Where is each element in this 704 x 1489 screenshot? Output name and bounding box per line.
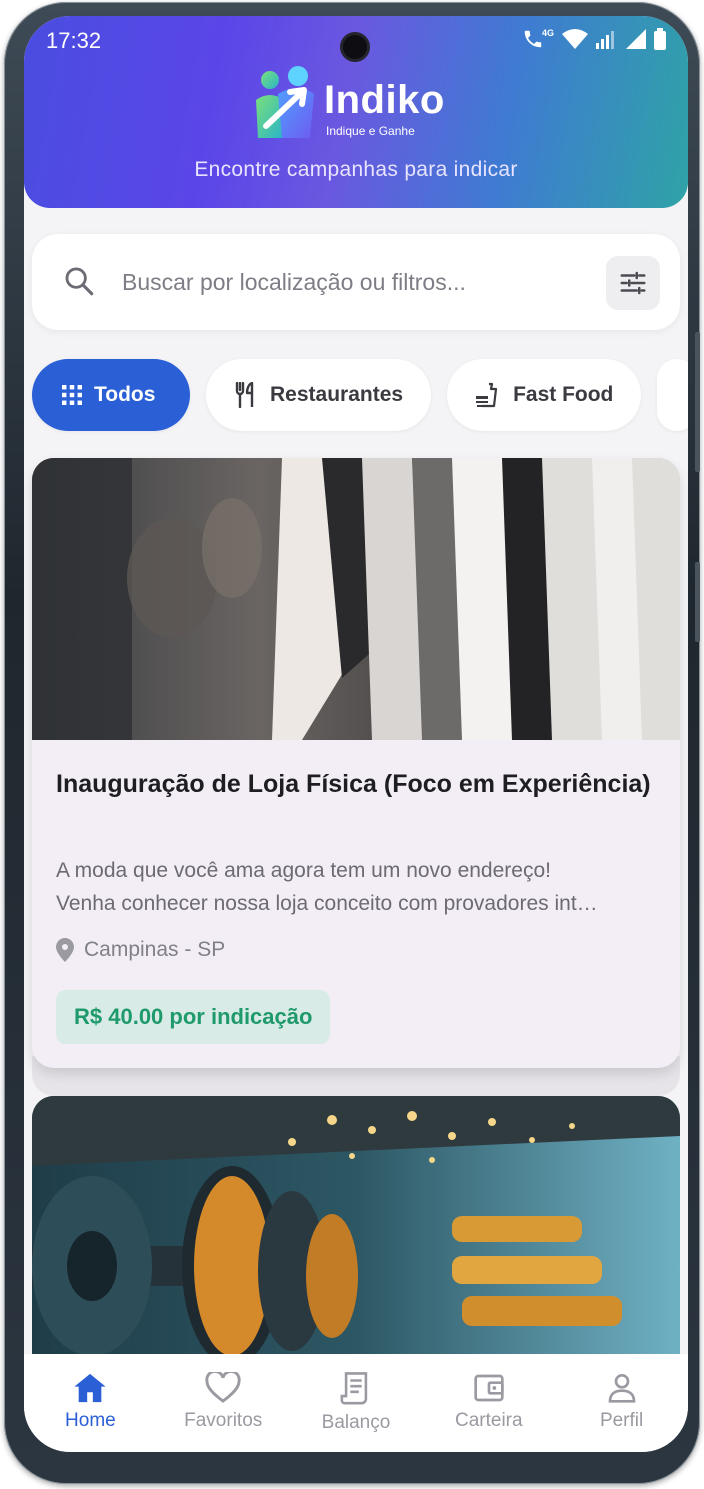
status-icons: 4G bbox=[522, 28, 666, 50]
phone-frame: 17:32 4G Indiko Indique e Ganhe Encontre… bbox=[4, 2, 700, 1484]
nav-perfil[interactable]: Perfil bbox=[555, 1354, 688, 1452]
app-logo: Indiko Indique e Ganhe bbox=[252, 64, 462, 144]
search-input[interactable] bbox=[122, 264, 592, 300]
nav-label: Carteira bbox=[455, 1410, 523, 1431]
chip-todos[interactable]: Todos bbox=[32, 359, 190, 431]
nav-carteira[interactable]: Carteira bbox=[422, 1354, 555, 1452]
chip-more[interactable] bbox=[657, 359, 688, 431]
person-icon bbox=[608, 1374, 635, 1403]
description-line: Venha conhecer nossa loja conceito com p… bbox=[56, 892, 598, 915]
grid-icon bbox=[62, 385, 82, 405]
utensils-icon bbox=[235, 382, 254, 408]
battery-icon bbox=[654, 28, 666, 50]
app-header: 17:32 4G Indiko Indique e Ganhe Encontre… bbox=[24, 16, 688, 208]
filter-button[interactable] bbox=[606, 256, 660, 310]
campaign-location: Campinas - SP bbox=[56, 938, 225, 962]
power-button bbox=[695, 562, 700, 642]
nav-label: Favoritos bbox=[184, 1410, 263, 1431]
search-bar bbox=[32, 234, 680, 330]
nav-label: Home bbox=[65, 1410, 116, 1431]
app-screen: 17:32 4G Indiko Indique e Ganhe Encontre… bbox=[24, 16, 688, 1452]
nav-balanco[interactable]: Balanço bbox=[290, 1354, 423, 1452]
search-icon[interactable] bbox=[62, 264, 96, 298]
nav-favoritos[interactable]: Favoritos bbox=[157, 1354, 290, 1452]
campaign-card[interactable]: Inauguração de Loja Física (Foco em Expe… bbox=[32, 458, 680, 1068]
volume-button bbox=[695, 332, 700, 472]
fastfood-icon bbox=[476, 382, 498, 408]
chip-label: Restaurantes bbox=[270, 383, 404, 406]
chip-restaurantes[interactable]: Restaurantes bbox=[206, 359, 432, 431]
logo-tagline: Indique e Ganhe bbox=[326, 124, 415, 138]
chip-label: Todos bbox=[94, 383, 156, 406]
signal-icon-2 bbox=[626, 29, 646, 49]
nav-home[interactable]: Home bbox=[24, 1354, 157, 1452]
bottom-navigation: Home Favoritos Balanço Carteira Perfil bbox=[24, 1354, 688, 1452]
call-4g-icon: 4G bbox=[522, 28, 554, 50]
location-pin-icon bbox=[56, 938, 74, 962]
category-chips: Todos Restaurantes Fast Food bbox=[32, 359, 688, 431]
logo-name: Indiko bbox=[324, 78, 445, 122]
signal-icon bbox=[596, 31, 614, 49]
receipt-icon bbox=[340, 1372, 368, 1405]
header-subtitle: Encontre campanhas para indicar bbox=[194, 158, 518, 181]
heart-icon bbox=[205, 1372, 241, 1403]
description-line: A moda que você ama agora tem um novo en… bbox=[56, 859, 551, 882]
campaign-image-gym bbox=[32, 1096, 680, 1366]
logo-mark-icon bbox=[256, 66, 314, 138]
chip-label: Fast Food bbox=[513, 383, 614, 406]
campaign-card[interactable] bbox=[32, 1096, 680, 1366]
campaign-image-clothing-store bbox=[32, 458, 680, 740]
chip-fast-food[interactable]: Fast Food bbox=[447, 359, 642, 431]
front-camera bbox=[340, 32, 370, 62]
wifi-icon bbox=[562, 29, 588, 49]
reward-badge: R$ 40.00 por indicação bbox=[56, 990, 331, 1044]
network-type: 4G bbox=[541, 28, 554, 38]
wallet-icon bbox=[474, 1374, 504, 1402]
location-text: Campinas - SP bbox=[84, 938, 226, 961]
home-icon bbox=[74, 1373, 106, 1403]
sliders-icon bbox=[620, 271, 646, 295]
campaign-title: Inauguração de Loja Física (Foco em Expe… bbox=[56, 770, 651, 798]
nav-label: Perfil bbox=[599, 1410, 644, 1431]
status-time: 17:32 bbox=[46, 28, 102, 53]
nav-label: Balanço bbox=[321, 1412, 391, 1433]
campaign-description: A moda que você ama agora tem um novo en… bbox=[56, 854, 656, 920]
